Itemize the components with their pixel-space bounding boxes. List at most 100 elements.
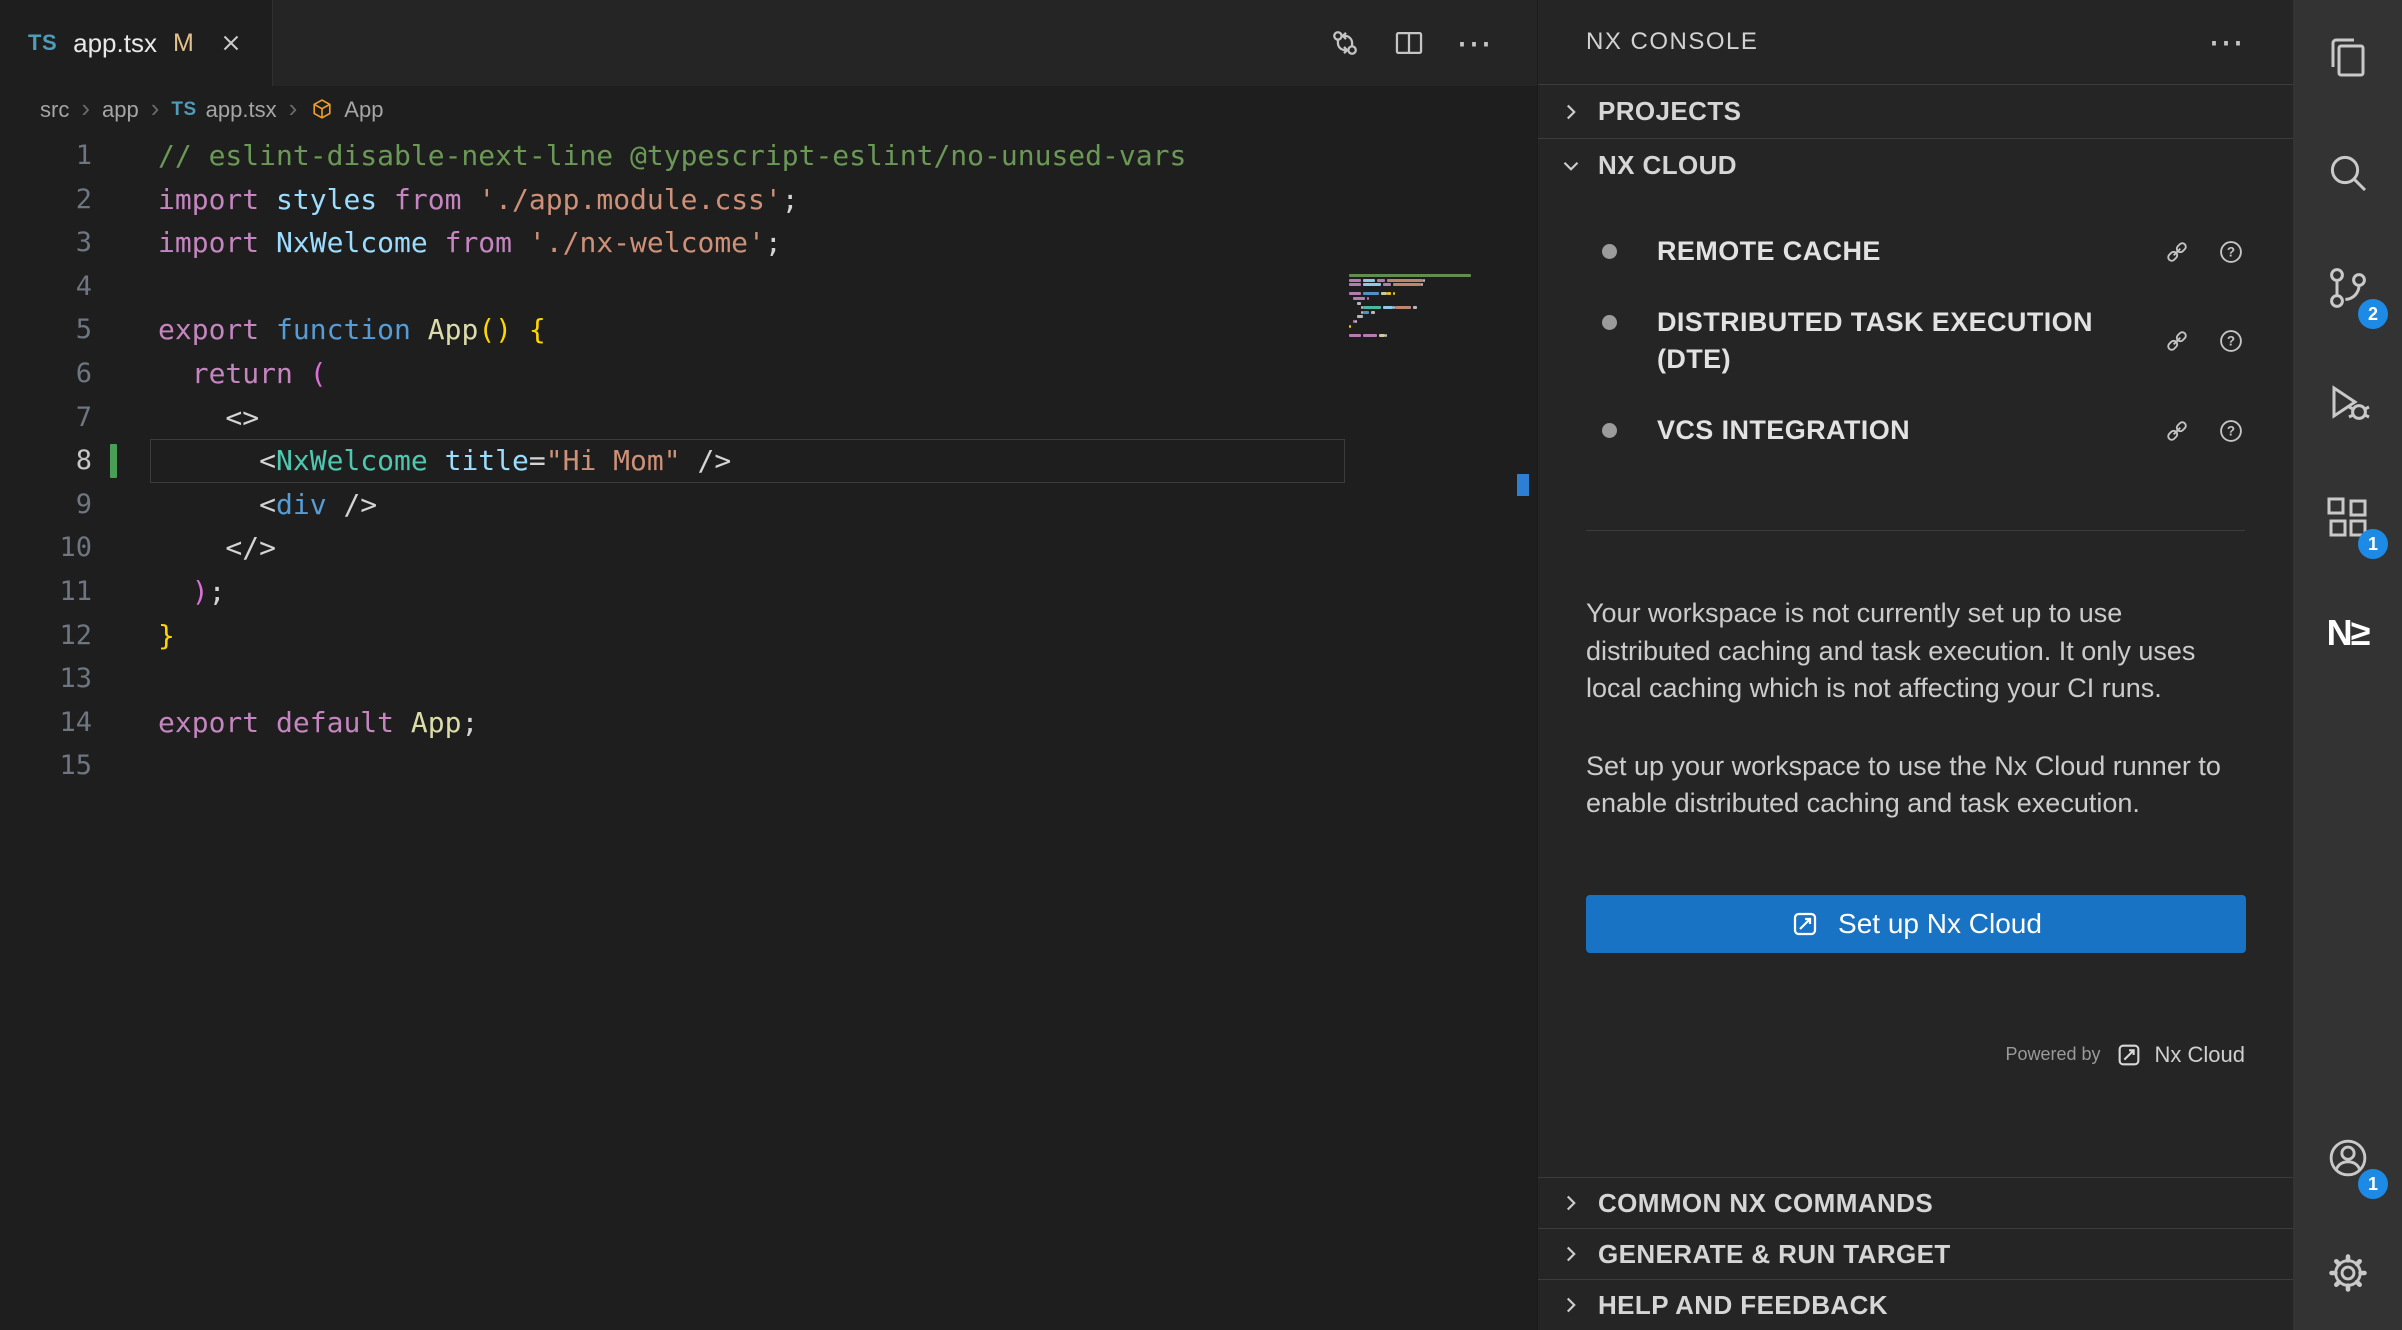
chevron-right-icon [1558,1190,1584,1216]
breadcrumb-app-tsx[interactable]: TS app.tsx [171,97,276,123]
breadcrumb-src[interactable]: src [40,97,69,123]
tab-title: app.tsx [73,28,157,59]
svg-text:?: ? [2227,423,2235,438]
nx-cloud-icon [2115,1041,2143,1069]
line-number: 13 [0,657,92,701]
feature-distributed-task-execution-dte: DISTRIBUTED TASK EXECUTION (DTE) ? [1538,287,2293,395]
typescript-file-icon: TS [28,30,57,56]
code-line[interactable]: 6 return ( [0,352,1537,396]
line-number: 4 [0,265,92,309]
nx-cloud-icon [1790,909,1820,939]
activity-bar: 2 1 N≥ 1 [2293,0,2402,1330]
section-nx-cloud[interactable]: NX CLOUD [1538,138,2293,192]
connect-icon[interactable] [2163,327,2191,355]
section-label: NX CLOUD [1598,150,1737,181]
code-line[interactable]: 2import styles from './app.module.css'; [0,178,1537,222]
workspace-description: Your workspace is not currently set up t… [1586,595,2245,708]
code-line[interactable]: 12} [0,614,1537,658]
status-dot-icon [1602,423,1617,438]
feature-label: REMOTE CACHE [1657,233,2097,270]
typescript-file-icon: TS [171,99,196,121]
connect-icon[interactable] [2163,417,2191,445]
connect-icon[interactable] [2163,238,2191,266]
help-icon[interactable]: ? [2217,417,2245,445]
tab-bar: TS app.tsx M [0,0,1537,86]
help-icon[interactable]: ? [2217,238,2245,266]
code-line[interactable]: 10 </> [0,526,1537,570]
line-number: 10 [0,526,92,570]
extensions-icon[interactable]: 1 [2293,460,2402,575]
code-line[interactable]: 14export default App; [0,701,1537,745]
code-line[interactable]: 9 <div /> [0,483,1537,527]
nx-cloud-features: REMOTE CACHE ? DISTRIBUTED TASK EXECUTIO… [1538,192,2293,466]
symbol-class-icon [309,97,335,123]
line-number: 5 [0,308,92,352]
breadcrumb-separator-icon: › [151,108,160,112]
open-changes-icon[interactable] [1328,26,1362,60]
breadcrumb-separator-icon: › [81,108,90,112]
status-dot-icon [1602,315,1617,330]
line-number: 1 [0,134,92,178]
section-label: GENERATE & RUN TARGET [1598,1239,1951,1270]
code-line[interactable]: 13 [0,657,1537,701]
search-icon[interactable] [2293,115,2402,230]
chevron-right-icon [1558,1292,1584,1318]
line-number: 12 [0,614,92,658]
line-number: 14 [0,701,92,745]
vscode-window: TS app.tsx M [0,0,2402,1330]
svg-text:?: ? [2227,244,2235,259]
code-line[interactable]: 15 [0,744,1537,788]
section-help-and-feedback[interactable]: HELP AND FEEDBACK [1538,1279,2293,1330]
line-number: 11 [0,570,92,614]
code-editor[interactable]: 1// eslint-disable-next-line @typescript… [0,134,1537,1330]
feature-label: VCS INTEGRATION [1657,412,2097,449]
setup-description: Set up your workspace to use the Nx Clou… [1586,748,2245,823]
nx-console-panel: NX CONSOLE ⋯ PROJECTS NX CLOUD REMOTE CA… [1537,0,2293,1330]
run-debug-icon[interactable] [2293,345,2402,460]
help-icon[interactable]: ? [2217,327,2245,355]
tab-app-tsx[interactable]: TS app.tsx M [0,0,273,86]
line-number: 2 [0,178,92,222]
section-label: COMMON NX COMMANDS [1598,1188,1933,1219]
chevron-down-icon [1558,153,1584,179]
section-label: HELP AND FEEDBACK [1598,1290,1888,1321]
section-projects[interactable]: PROJECTS [1538,84,2293,138]
nx-cloud-brand[interactable]: Nx Cloud [2115,1041,2245,1069]
git-modified-badge: M [173,29,194,58]
feature-remote-cache: REMOTE CACHE ? [1538,216,2293,287]
code-line[interactable]: 5export function App() { [0,308,1537,352]
section-label: PROJECTS [1598,96,1741,127]
breadcrumb: src › app › TS app.tsx › App [0,86,1537,134]
breadcrumb-symbol-app[interactable]: App [309,97,383,123]
close-tab-icon[interactable] [218,30,244,56]
line-number: 8 [0,439,92,483]
code-line[interactable]: 11 ); [0,570,1537,614]
settings-gear-icon[interactable] [2293,1215,2402,1330]
panel-bottom-sections: COMMON NX COMMANDS GENERATE & RUN TARGET… [1538,1177,2293,1330]
git-gutter-indicator [110,444,117,478]
line-number: 9 [0,483,92,527]
line-number: 6 [0,352,92,396]
breadcrumb-app[interactable]: app [102,97,139,123]
code-line[interactable]: 8 <NxWelcome title="Hi Mom" /> [0,439,1537,483]
source-control-badge: 2 [2358,299,2388,329]
section-generate-run-target[interactable]: GENERATE & RUN TARGET [1538,1228,2293,1279]
account-icon[interactable]: 1 [2293,1100,2402,1215]
setup-nx-cloud-button[interactable]: Set up Nx Cloud [1586,895,2246,953]
minimap[interactable] [1349,274,1501,343]
breadcrumb-separator-icon: › [289,108,298,112]
editor-area: TS app.tsx M [0,0,1537,1330]
nx-console-icon[interactable]: N≥ [2293,575,2402,690]
explorer-icon[interactable] [2293,0,2402,115]
powered-by-row: Powered by Nx Cloud [1586,1041,2245,1069]
code-line[interactable]: 1// eslint-disable-next-line @typescript… [0,134,1537,178]
code-line[interactable]: 3import NxWelcome from './nx-welcome'; [0,221,1537,265]
editor-actions: ⋯ [1328,0,1493,86]
code-line[interactable]: 4 [0,265,1537,309]
split-editor-icon[interactable] [1392,26,1426,60]
section-common-nx-commands[interactable]: COMMON NX COMMANDS [1538,1177,2293,1228]
status-dot-icon [1602,244,1617,259]
line-number: 3 [0,221,92,265]
code-line[interactable]: 7 <> [0,396,1537,440]
source-control-icon[interactable]: 2 [2293,230,2402,345]
